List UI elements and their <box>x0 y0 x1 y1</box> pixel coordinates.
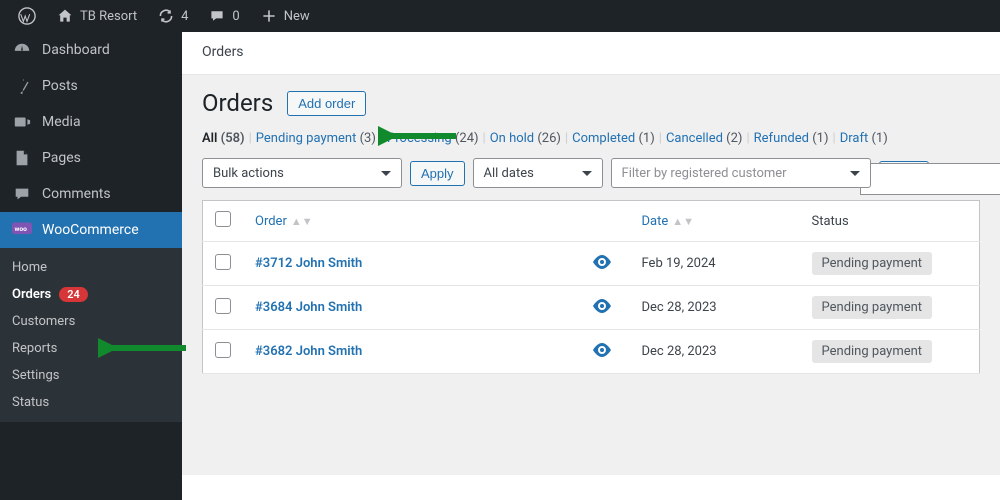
orders-table: Order▲▼ Date▲▼ Status #3712 John Smith Fe… <box>202 200 980 374</box>
new-link[interactable]: New <box>250 0 320 32</box>
filter-link[interactable]: Completed (1) <box>572 131 655 146</box>
refresh-icon <box>157 7 175 25</box>
page-title: Orders <box>202 89 273 117</box>
admin-sidebar: Dashboard Posts Media Pages Comments woo… <box>0 32 182 500</box>
home-icon <box>56 7 74 25</box>
orders-toolbar: Bulk actions Apply All dates Filter by r… <box>202 158 980 188</box>
woocommerce-icon: woo <box>12 220 32 240</box>
preview-icon[interactable] <box>580 330 630 374</box>
filter-link[interactable]: Pending payment (3) <box>256 131 376 146</box>
comments-link[interactable]: 0 <box>198 0 249 32</box>
sidebar-item-media[interactable]: Media <box>0 104 182 140</box>
filter-link[interactable]: Processing (24) <box>387 131 478 146</box>
submenu-item-orders[interactable]: Orders24 <box>0 281 182 308</box>
order-link[interactable]: #3684 John Smith <box>255 300 362 315</box>
column-status: Status <box>800 201 980 242</box>
order-date: Feb 19, 2024 <box>630 242 800 286</box>
sidebar-item-woocommerce[interactable]: woo WooCommerce <box>0 212 182 248</box>
submenu-item-reports[interactable]: Reports <box>0 335 182 362</box>
filter-link[interactable]: Refunded (1) <box>754 131 829 146</box>
updates-link[interactable]: 4 <box>147 0 198 32</box>
status-filters: All (58)|Pending payment (3)|Processing … <box>202 131 980 146</box>
column-order[interactable]: Order▲▼ <box>243 201 580 242</box>
wordpress-icon <box>18 7 36 25</box>
row-checkbox[interactable] <box>215 342 231 358</box>
order-link[interactable]: #3712 John Smith <box>255 256 362 271</box>
submenu-item-status[interactable]: Status <box>0 389 182 416</box>
page-icon <box>12 148 32 168</box>
select-all-checkbox[interactable] <box>215 211 231 227</box>
sidebar-item-label: Posts <box>42 78 78 94</box>
sidebar-item-label: Comments <box>42 186 111 202</box>
woocommerce-submenu: Home Orders24 Customers Reports Settings… <box>0 248 182 422</box>
bulk-actions-select[interactable]: Bulk actions <box>202 158 402 188</box>
order-date: Dec 28, 2023 <box>630 286 800 330</box>
plus-icon <box>260 7 278 25</box>
wp-logo[interactable] <box>8 0 46 32</box>
svg-text:woo: woo <box>15 225 28 233</box>
content-area: Orders Orders Add order All (58)|Pending… <box>182 32 1000 500</box>
status-badge: Pending payment <box>812 340 933 363</box>
new-label: New <box>284 9 310 24</box>
pin-icon <box>12 76 32 96</box>
order-date: Dec 28, 2023 <box>630 330 800 374</box>
table-row: #3684 John Smith Dec 28, 2023 Pending paym… <box>203 286 980 330</box>
media-icon <box>12 112 32 132</box>
filter-link[interactable]: On hold (26) <box>490 131 561 146</box>
sidebar-item-posts[interactable]: Posts <box>0 68 182 104</box>
submenu-item-settings[interactable]: Settings <box>0 362 182 389</box>
add-order-button[interactable]: Add order <box>287 91 366 116</box>
breadcrumb: Orders <box>202 44 980 74</box>
filter-link[interactable]: Draft (1) <box>840 131 888 146</box>
filter-link[interactable]: Cancelled (2) <box>666 131 742 146</box>
sidebar-item-label: WooCommerce <box>42 222 139 238</box>
updates-count: 4 <box>181 9 188 24</box>
gauge-icon <box>12 40 32 60</box>
filter-link[interactable]: All (58) <box>202 131 245 146</box>
sort-icon: ▲▼ <box>672 215 694 228</box>
site-name: TB Resort <box>80 9 137 24</box>
customer-filter-select[interactable]: Filter by registered customer <box>611 158 871 188</box>
search-input[interactable] <box>860 163 1000 195</box>
preview-icon[interactable] <box>580 242 630 286</box>
sidebar-item-label: Media <box>42 114 81 130</box>
comment-icon <box>208 7 226 25</box>
status-badge: Pending payment <box>812 296 933 319</box>
table-row: #3682 John Smith Dec 28, 2023 Pending paym… <box>203 330 980 374</box>
column-date[interactable]: Date▲▼ <box>630 201 800 242</box>
sidebar-item-comments[interactable]: Comments <box>0 176 182 212</box>
comment-icon <box>12 184 32 204</box>
site-link[interactable]: TB Resort <box>46 0 147 32</box>
comments-count: 0 <box>232 9 239 24</box>
sidebar-item-label: Dashboard <box>42 42 110 58</box>
sort-icon: ▲▼ <box>291 215 313 228</box>
date-filter-select[interactable]: All dates <box>473 158 603 188</box>
order-link[interactable]: #3682 John Smith <box>255 344 362 359</box>
admin-bar: TB Resort 4 0 New <box>0 0 1000 32</box>
submenu-item-customers[interactable]: Customers <box>0 308 182 335</box>
preview-icon[interactable] <box>580 286 630 330</box>
orders-badge: 24 <box>59 287 88 302</box>
apply-button[interactable]: Apply <box>410 161 465 186</box>
table-row: #3712 John Smith Feb 19, 2024 Pending paym… <box>203 242 980 286</box>
row-checkbox[interactable] <box>215 254 231 270</box>
row-checkbox[interactable] <box>215 298 231 314</box>
sidebar-item-dashboard[interactable]: Dashboard <box>0 32 182 68</box>
sidebar-item-pages[interactable]: Pages <box>0 140 182 176</box>
status-badge: Pending payment <box>812 252 933 275</box>
submenu-item-home[interactable]: Home <box>0 254 182 281</box>
sidebar-item-label: Pages <box>42 150 81 166</box>
